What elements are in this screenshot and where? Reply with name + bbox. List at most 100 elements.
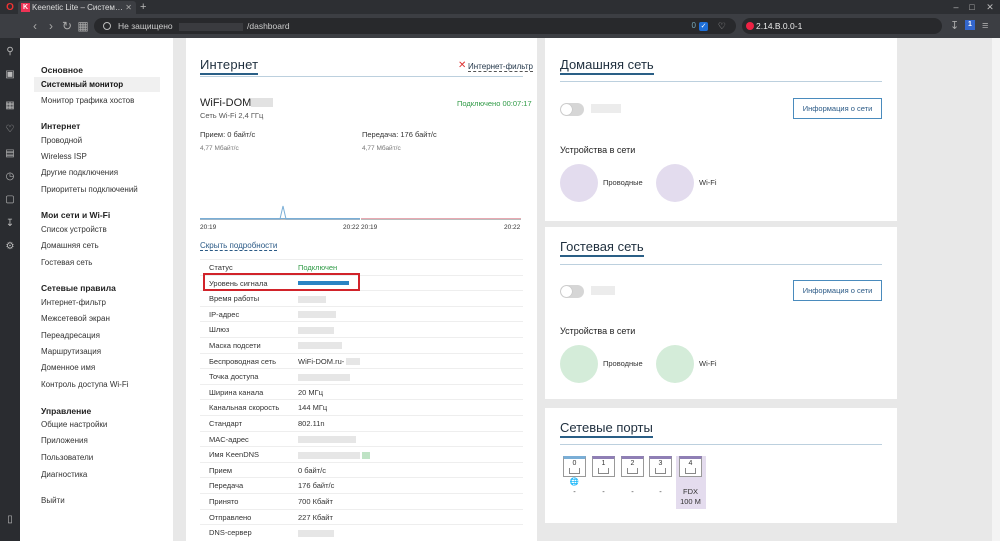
tab-title: Keenetic Lite – Систем…	[32, 3, 123, 12]
keenetic-logo-icon: K	[21, 3, 30, 12]
guest-info-button[interactable]: Информация о сети	[793, 280, 882, 301]
rx-graph	[200, 158, 360, 220]
ports-title: Сетевые порты	[560, 420, 653, 438]
speed-dial-icon[interactable]: ▦	[4, 100, 16, 112]
url-input[interactable]: Не защищено /dashboard 0 ✓ ♡	[94, 18, 736, 34]
minimize-icon[interactable]: –	[948, 0, 964, 14]
signal-highlight-box	[203, 273, 360, 291]
hide-details-link[interactable]: Скрыть подробности	[200, 241, 278, 251]
table-row: Шлюз	[200, 321, 523, 337]
port-3[interactable]: 3 -	[648, 456, 673, 497]
download-icon[interactable]: ↧	[950, 14, 959, 38]
nav-group-main: Основное	[41, 65, 83, 75]
maximize-icon[interactable]: □	[964, 0, 980, 14]
nav-item-forwarding[interactable]: Переадресация	[41, 331, 100, 340]
shield-icon[interactable]: ✓	[699, 22, 708, 31]
rx-rate: 4,77 Мбайт/с	[200, 145, 239, 152]
nav-item-device-list[interactable]: Список устройств	[41, 225, 107, 234]
rx-label: Прием: 0 байт/с	[200, 130, 256, 139]
toggle-knob	[561, 286, 572, 297]
nav-item-wired[interactable]: Проводной	[41, 136, 82, 145]
url-host-redacted	[179, 22, 244, 31]
port-0[interactable]: 0 🌐 -	[562, 456, 587, 497]
menu-icon[interactable]: ≡	[982, 14, 988, 38]
nav-item-home-network[interactable]: Домашняя сеть	[41, 241, 99, 250]
home-devices-header: Устройства в сети	[560, 145, 636, 155]
nav-item-host-traffic[interactable]: Монитор трафика хостов	[41, 96, 134, 105]
guest-wired-circle[interactable]	[560, 345, 598, 383]
history-icon[interactable]: ◷	[4, 171, 16, 183]
extension-text: 2.14.B.0.0-1	[756, 21, 803, 31]
nav-group-management: Управление	[41, 406, 92, 416]
nav-item-diagnostics[interactable]: Диагностика	[41, 470, 87, 479]
download-icon[interactable]: ↧	[4, 218, 16, 230]
speed-dial-icon[interactable]: ▦	[74, 14, 92, 38]
home-info-button[interactable]: Информация о сети	[793, 98, 882, 119]
browser-tab[interactable]: K Keenetic Lite – Систем… ✕	[18, 1, 136, 14]
nav-item-guest-network[interactable]: Гостевая сеть	[41, 258, 92, 267]
news-icon[interactable]: ▤	[4, 148, 16, 160]
flag-icon[interactable]: 1	[965, 20, 975, 30]
rx-time-start: 20:19	[200, 224, 217, 231]
guest-network-title: Гостевая сеть	[560, 239, 644, 257]
port-2[interactable]: 2 -	[620, 456, 645, 497]
new-tab-icon[interactable]: +	[140, 0, 146, 14]
nav-item-general-settings[interactable]: Общие настройки	[41, 420, 107, 429]
port-4[interactable]: 4 FDX 100 M	[678, 456, 703, 507]
home-wifi-label: Wi-Fi	[699, 178, 717, 187]
window-close-icon[interactable]: ✕	[982, 0, 998, 14]
home-title-rule	[560, 81, 882, 82]
nav-item-domain-name[interactable]: Доменное имя	[41, 363, 95, 372]
port-1[interactable]: 1 -	[591, 456, 616, 497]
redacted-value	[591, 104, 621, 113]
url-path: /dashboard	[247, 21, 290, 31]
nav-item-system-monitor[interactable]: Системный монитор	[41, 80, 123, 89]
home-wifi-circle[interactable]	[656, 164, 694, 202]
nav-item-users[interactable]: Пользователи	[41, 453, 93, 462]
extension-box[interactable]: 2.14.B.0.0-1	[742, 18, 942, 34]
home-toggle[interactable]	[560, 103, 584, 116]
rx-spike	[200, 205, 360, 220]
settings-icon[interactable]: ⚙	[4, 241, 16, 253]
adblock-count: 0	[691, 21, 696, 30]
table-row: Канальная скорость 144 МГц	[200, 399, 523, 415]
close-icon[interactable]: ✕	[458, 60, 466, 71]
guest-toggle[interactable]	[560, 285, 584, 298]
nav-group-internet: Интернет	[41, 121, 81, 131]
home-wired-circle[interactable]	[560, 164, 598, 202]
search-icon[interactable]: ⚲	[4, 46, 16, 58]
insecure-icon[interactable]	[103, 22, 111, 30]
nav-item-routing[interactable]: Маршрутизация	[41, 347, 101, 356]
security-text: Не защищено	[118, 21, 173, 31]
internet-title-rule	[200, 76, 523, 77]
internet-filter-link[interactable]: Интернет-фильтр	[468, 62, 533, 72]
tx-rate: 4,77 Мбайт/с	[362, 145, 401, 152]
camera-icon[interactable]: ▣	[4, 69, 16, 81]
page-scroll-strip	[992, 38, 1000, 541]
tab-close-icon[interactable]: ✕	[125, 1, 132, 14]
table-row: Ширина канала 20 МГц	[200, 383, 523, 400]
sidebar-toggle-icon[interactable]: ▯	[4, 514, 16, 526]
table-row: Принято 700 Кбайт	[200, 492, 523, 509]
nav-item-applications[interactable]: Приложения	[41, 436, 88, 445]
guest-wifi-circle[interactable]	[656, 345, 694, 383]
opera-logo-icon[interactable]: O	[4, 2, 16, 14]
nav-group-rules: Сетевые правила	[41, 283, 116, 293]
heart-icon[interactable]: ♡	[4, 124, 16, 136]
nav-item-logout[interactable]: Выйти	[41, 496, 65, 505]
rx-time-end: 20:22	[343, 224, 360, 231]
guest-devices-header: Устройства в сети	[560, 326, 636, 336]
nav-item-internet-filter[interactable]: Интернет-фильтр	[41, 298, 106, 307]
nav-group-networks: Мои сети и Wi-Fi	[41, 210, 111, 220]
nav-item-wifi-access[interactable]: Контроль доступа Wi-Fi	[41, 380, 129, 389]
table-row: Передача 176 байт/с	[200, 477, 523, 493]
nav-item-other-connections[interactable]: Другие подключения	[41, 168, 118, 177]
box-icon[interactable]: ▢	[4, 194, 16, 206]
heart-icon[interactable]: ♡	[718, 18, 726, 34]
nav-item-wisp[interactable]: Wireless ISP	[41, 152, 87, 161]
tx-graph	[361, 158, 521, 220]
nav-item-firewall[interactable]: Межсетевой экран	[41, 314, 110, 323]
nav-item-priorities[interactable]: Приоритеты подключений	[41, 185, 138, 194]
table-row: DNS-сервер	[200, 524, 523, 540]
home-network-title: Домашняя сеть	[560, 57, 654, 75]
